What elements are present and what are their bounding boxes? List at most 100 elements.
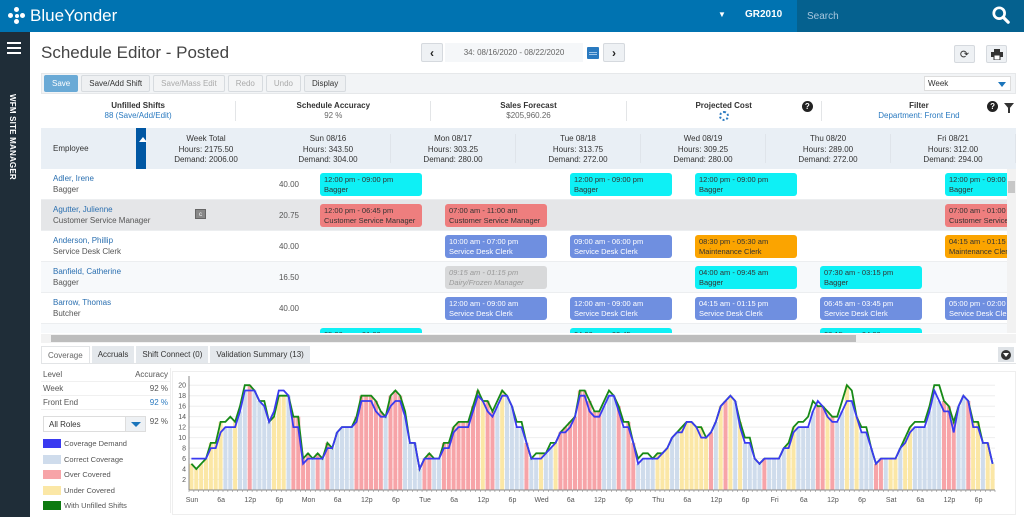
projected-cost-title: Projected Cost [695,101,752,110]
employee-week-total: 16.50 [278,272,299,282]
employee-row[interactable]: Anderson, Phillip Service Desk Clerk 40.00… [41,231,1016,262]
coverage-bar [354,416,359,490]
unfilled-shifts-title: Unfilled Shifts [111,101,165,110]
date-navigator: ‹ 34: 08/16/2020 - 08/22/2020 › [421,43,625,62]
column-hours: Hours: 313.75 [552,144,604,154]
coverage-bar [262,406,267,490]
brand-name: BlueYonder [30,6,118,25]
employee-name-link[interactable]: Anderson, Phillip [53,235,191,246]
x-tick-label: 6a [916,497,924,504]
save-mass-edit-button[interactable]: Save/Mass Edit [153,75,225,92]
coverage-bar [912,427,917,490]
horizontal-scrollbar[interactable] [41,334,1016,343]
shift-time: 12:00 am - 09:00 am [574,299,644,308]
sort-button[interactable] [136,128,147,169]
brand-logo[interactable]: BlueYonder [8,6,117,26]
display-button[interactable]: Display [303,75,347,92]
save-button[interactable]: Save [44,75,79,92]
x-tick-label: 6a [683,497,691,504]
shift-block[interactable]: 05:00 pm - 02:00 am Service Desk Clerk [945,297,1016,320]
employee-badge-icon[interactable]: c [195,209,206,219]
shift-time: 12:00 pm - 09:00 pm [699,175,769,184]
unfilled-shifts-link[interactable]: (Save/Add/Edit) [116,111,172,120]
save-add-shift-button[interactable]: Save/Add Shift [81,75,151,92]
shift-block[interactable]: 04:15 am - 01:15 pm Service Desk Clerk [695,297,797,320]
refresh-button[interactable]: ⟳ [954,45,975,63]
employee-name-link[interactable]: Banfield, Catherine [53,266,191,277]
previous-week-button[interactable]: ‹ [421,43,443,62]
help-icon[interactable]: ? [801,101,813,112]
shift-block[interactable]: 12:00 pm - 09:00 pm Bagger [320,173,422,196]
print-button[interactable] [986,45,1007,63]
filter-value-link[interactable]: Department: Front End [822,111,1016,120]
shift-time: 09:00 am - 06:00 pm [574,237,644,246]
coverage-bar [917,427,922,490]
shift-block[interactable]: 12:00 pm - 09:00 pm Bagger [945,173,1016,196]
employee-name-link[interactable]: Barrow, Thomas [53,297,191,308]
undo-button[interactable]: Undo [265,75,301,92]
y-tick-label: 4 [182,467,186,474]
employee-role: Bagger [53,278,79,287]
tab-validation-summary[interactable]: Validation Summary (13) [210,346,310,363]
chevron-down-icon [998,82,1006,87]
employee-name-link[interactable]: Adler, Irene [53,173,191,184]
shift-block[interactable]: 04:00 am - 09:45 am Bagger [695,266,797,289]
store-selector[interactable]: GR2010 [745,9,782,20]
filter-help-icon[interactable]: ? [987,101,999,112]
column-title: Fri 08/21 [937,134,969,143]
employee-row[interactable]: Bates, Vera05:30 am - 01:00 pm04:00 am -… [41,324,1016,333]
employee-row[interactable]: Agutter, Julienne Customer Service Manage… [41,200,1016,231]
employee-row[interactable]: Adler, Irene Bagger 40.00 12:00 pm - 09:00 … [41,169,1016,200]
column-demand: Demand: 272.00 [548,155,608,164]
tab-coverage[interactable]: Coverage [41,346,90,363]
side-nav-label[interactable]: WFM SITE MANAGER [8,94,17,180]
shift-block[interactable]: 07:00 am - 11:00 am Customer Service Mana… [445,204,547,227]
employee-row[interactable]: Banfield, Catherine Bagger 16.50 09:15 am -… [41,262,1016,293]
employee-row[interactable]: Barrow, Thomas Butcher 40.00 12:00 am - 09:… [41,293,1016,324]
coverage-bar [611,395,616,490]
vertical-scrollbar[interactable] [1007,169,1016,333]
employee-name-link[interactable]: Agutter, Julienne [53,204,191,215]
shift-block[interactable]: 04:00 am - 09:45 am [570,328,672,333]
search-input[interactable] [807,8,977,24]
menu-icon[interactable] [7,42,21,57]
view-select[interactable]: Week [924,76,1011,91]
collapse-panel-button[interactable] [998,347,1014,362]
shift-block[interactable]: 12:00 pm - 09:00 pm Bagger [570,173,672,196]
coverage-bar [446,442,451,490]
employee-role: Butcher [53,309,81,318]
coverage-bar [767,458,772,490]
calendar-icon[interactable] [587,46,599,59]
next-week-button[interactable]: › [603,43,625,62]
redo-button[interactable]: Redo [227,75,263,92]
shift-block[interactable]: 12:00 pm - 09:00 pm Bagger [695,173,797,196]
shift-block[interactable]: 12:00 pm - 06:45 pm Customer Service Mana… [320,204,422,227]
accuracy-value-link[interactable]: 92 % [150,398,168,407]
shift-block[interactable]: 08:15 am - 04:00 pm [820,328,922,333]
shift-block[interactable]: 12:00 am - 09:00 am Service Desk Clerk [570,297,672,320]
shift-block[interactable]: 08:30 pm - 05:30 am Maintenance Clerk [695,235,797,258]
shift-block[interactable]: 09:15 am - 01:15 pm Dairy/Frozen Manager [445,266,547,289]
tab-shift-connect[interactable]: Shift Connect (0) [136,346,209,363]
shift-block[interactable]: 12:00 am - 09:00 am Service Desk Clerk [445,297,547,320]
shift-block[interactable]: 10:00 am - 07:00 pm Service Desk Clerk [445,235,547,258]
shift-block[interactable]: 04:15 am - 01:15 pm Maintenance Clerk [945,235,1016,258]
coverage-bar [247,385,252,490]
shift-block[interactable]: 07:00 am - 01:00 pmCustomer Service Mana… [945,204,1016,227]
coverage-bar [461,421,466,490]
coverage-bar [519,427,524,490]
x-tick-label: 6p [975,497,983,504]
coverage-bar [189,463,194,490]
search-icon[interactable] [992,6,1010,24]
shift-block[interactable]: 09:00 am - 06:00 pm Service Desk Clerk [570,235,672,258]
shift-time: 12:00 pm - 09:00 pm [949,175,1016,184]
date-range-field[interactable]: 34: 08/16/2020 - 08/22/2020 [445,43,583,62]
filter-icon[interactable] [1004,103,1015,113]
employee-column-header[interactable]: Employee [41,128,136,169]
shift-block[interactable]: 06:45 am - 03:45 pm Service Desk Clerk [820,297,922,320]
shift-block[interactable]: 05:30 am - 01:00 pm [320,328,422,333]
tab-accruals[interactable]: Accruals [91,346,135,363]
shift-block[interactable]: 07:30 am - 03:15 pm Bagger [820,266,922,289]
roles-select[interactable]: All Roles [43,416,146,432]
store-dropdown-icon[interactable]: ▼ [718,10,726,19]
